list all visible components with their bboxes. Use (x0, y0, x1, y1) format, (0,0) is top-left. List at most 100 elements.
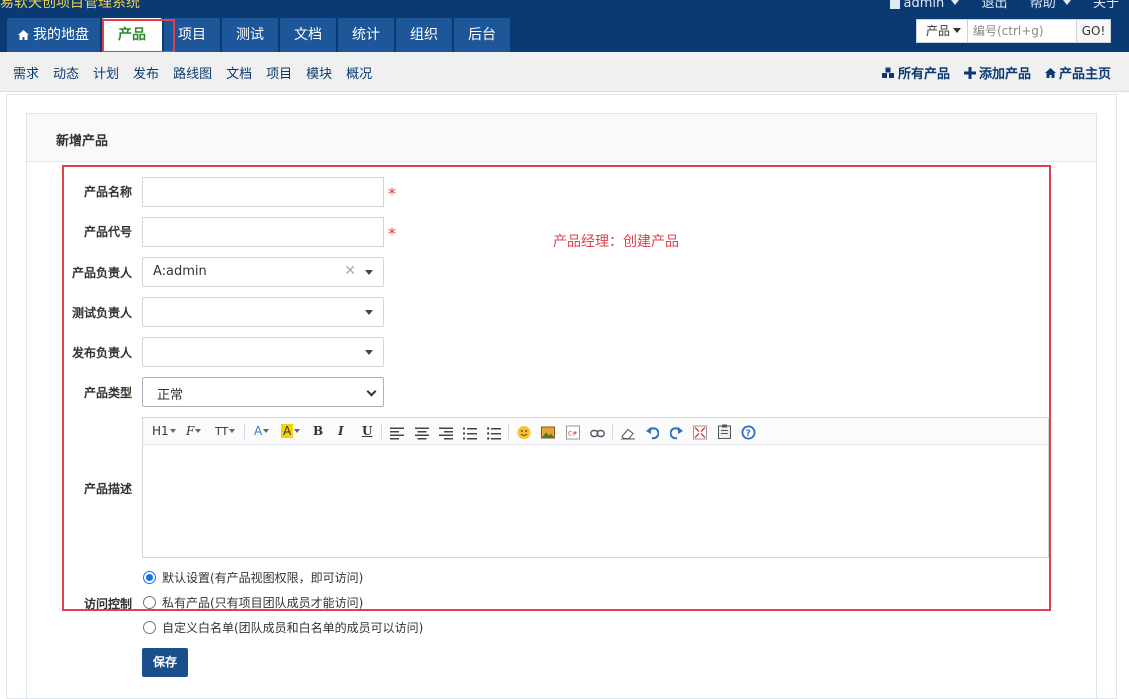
save-button[interactable]: 保存 (142, 648, 188, 677)
subnav-release[interactable]: 发布 (133, 63, 159, 82)
qa-owner-label: 测试负责人 (71, 306, 132, 320)
rich-text-editor[interactable]: H1 F TT A A B I U C# ? (142, 417, 1049, 558)
chevron-down-icon (365, 270, 373, 275)
unordered-list-icon[interactable] (487, 425, 501, 442)
required-mark: * (388, 224, 396, 243)
product-owner-select[interactable]: A:admin ✕ (142, 257, 384, 287)
subnav-doc[interactable]: 文档 (226, 63, 252, 82)
all-products-link[interactable]: 所有产品 (881, 63, 950, 82)
qa-owner-select[interactable] (142, 297, 384, 327)
search-type-label: 产品 (926, 24, 951, 38)
acl-whitelist-radio[interactable] (143, 621, 156, 634)
tab-label: 我的地盘 (33, 27, 89, 43)
code-icon[interactable]: C# (566, 424, 580, 441)
emoji-icon[interactable] (517, 424, 531, 441)
chevron-down-icon (366, 386, 377, 397)
chevron-down-icon (953, 28, 962, 33)
release-owner-label: 发布负责人 (71, 346, 132, 360)
tab-doc[interactable]: 文档 (280, 18, 336, 52)
product-code-input[interactable] (142, 217, 384, 247)
chevron-down-icon (1062, 0, 1071, 5)
product-desc-label: 产品描述 (83, 482, 132, 496)
subnav-plan[interactable]: 计划 (93, 63, 119, 82)
help-icon[interactable]: ? (741, 424, 756, 441)
release-owner-select[interactable] (142, 337, 384, 367)
font-family-button[interactable]: F (186, 423, 202, 440)
tab-admin[interactable]: 后台 (454, 18, 510, 52)
main-nav: 我的地盘 产品 项目 测试 文档 统计 组织 后台 (7, 18, 512, 52)
eraser-icon[interactable] (621, 425, 635, 442)
align-center-icon[interactable] (415, 425, 429, 442)
toolbar-separator (244, 424, 245, 439)
editor-toolbar: H1 F TT A A B I U C# ? (143, 418, 1048, 445)
product-name-label: 产品名称 (83, 185, 132, 199)
subnav-roadmap[interactable]: 路线图 (173, 63, 212, 82)
product-tab-highlight (102, 19, 175, 53)
cubes-icon (881, 67, 894, 78)
image-icon[interactable] (541, 424, 555, 441)
subnav-project[interactable]: 项目 (266, 63, 292, 82)
page-title: 新增产品 (56, 134, 109, 149)
acl-default-label[interactable]: 默认设置(有产品视图权限，即可访问) (162, 569, 363, 586)
subnav-story[interactable]: 需求 (13, 63, 39, 82)
search-type-select[interactable]: 产品 (917, 20, 968, 42)
chevron-down-icon (365, 310, 373, 315)
align-right-icon[interactable] (439, 425, 453, 442)
subnav-module[interactable]: 模块 (306, 63, 332, 82)
fullscreen-icon[interactable] (693, 424, 707, 441)
subnav-dynamic[interactable]: 动态 (53, 63, 79, 82)
home-icon (18, 30, 29, 40)
search-input[interactable] (968, 20, 1076, 42)
product-type-select[interactable]: 正常 (142, 377, 384, 407)
align-left-icon[interactable] (390, 425, 404, 442)
tab-my[interactable]: 我的地盘 (7, 18, 100, 52)
product-home-link[interactable]: 产品主页 (1044, 63, 1111, 82)
sub-nav-left: 需求 动态 计划 发布 路线图 文档 项目 模块 概况 (13, 63, 386, 82)
add-product-link[interactable]: 添加产品 (963, 63, 1031, 82)
paste-icon[interactable] (718, 423, 731, 440)
top-header: 易软天创项目管理系统 admin 退出 帮助 关于 我的地盘 产品 项目 测试 … (0, 0, 1129, 53)
user-account[interactable]: admin (889, 0, 960, 11)
search-go-button[interactable]: GO! (1076, 20, 1110, 42)
font-size-button[interactable]: TT (215, 423, 236, 440)
product-type-value: 正常 (157, 388, 184, 403)
bold-button[interactable]: B (313, 423, 323, 440)
acl-label: 访问控制 (83, 597, 132, 611)
font-color-button[interactable]: A (254, 423, 270, 440)
product-name-input[interactable] (142, 177, 384, 207)
tab-qa[interactable]: 测试 (222, 18, 278, 52)
underline-button[interactable]: U (362, 423, 372, 440)
toolbar-separator (381, 424, 382, 439)
acl-private-radio[interactable] (143, 596, 156, 609)
annotation-text: 产品经理：创建产品 (553, 234, 679, 250)
acl-default-radio[interactable] (143, 571, 156, 584)
highlight-color-button[interactable]: A (281, 423, 301, 440)
required-mark: * (388, 184, 396, 203)
help-menu[interactable]: 帮助 (1030, 0, 1071, 11)
product-type-label: 产品类型 (83, 386, 132, 400)
about-link[interactable]: 关于 (1093, 0, 1119, 11)
toolbar-separator (508, 424, 509, 439)
heading-button[interactable]: H1 (152, 423, 176, 440)
plus-icon (963, 67, 976, 79)
acl-whitelist-label[interactable]: 自定义白名单(团队成员和白名单的成员可以访问) (162, 619, 423, 636)
product-owner-label: 产品负责人 (71, 266, 132, 280)
svg-text:?: ? (746, 429, 751, 439)
ordered-list-icon[interactable] (463, 425, 477, 442)
tab-report[interactable]: 统计 (338, 18, 394, 52)
chevron-down-icon (365, 350, 373, 355)
undo-icon[interactable] (646, 424, 659, 441)
redo-icon[interactable] (670, 424, 683, 441)
clear-icon[interactable]: ✕ (344, 263, 356, 279)
svg-text:C#: C# (568, 431, 577, 438)
tab-company[interactable]: 组织 (396, 18, 452, 52)
user-icon (889, 0, 900, 9)
acl-private-label[interactable]: 私有产品(只有项目团队成员才能访问) (162, 594, 363, 611)
search-box: 产品 GO! (916, 19, 1111, 43)
app-title: 易软天创项目管理系统 (0, 0, 140, 11)
subnav-view[interactable]: 概况 (346, 63, 372, 82)
link-icon[interactable] (590, 425, 605, 442)
sub-nav-right: 所有产品 添加产品 产品主页 (867, 63, 1111, 82)
italic-button[interactable]: I (338, 423, 344, 440)
logout-link[interactable]: 退出 (982, 0, 1008, 11)
